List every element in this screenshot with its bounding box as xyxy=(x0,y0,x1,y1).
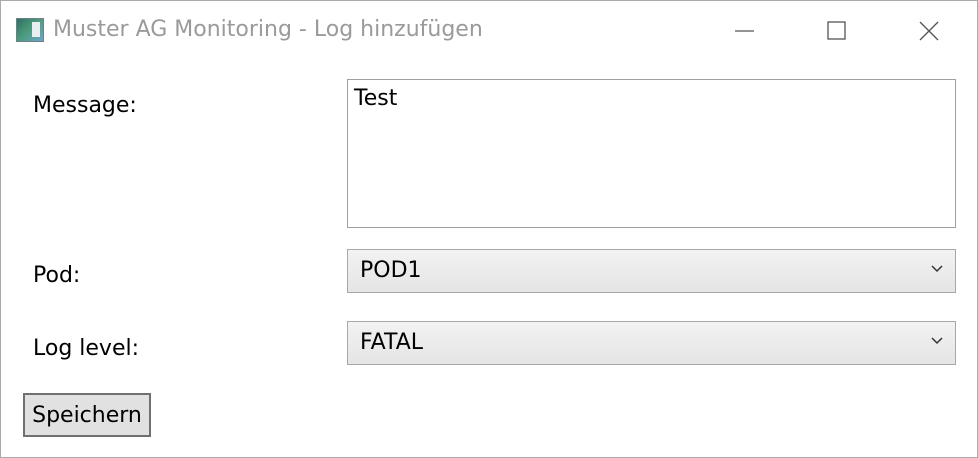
close-button[interactable] xyxy=(883,1,975,61)
close-icon xyxy=(919,21,939,41)
pod-selected-value: POD1 xyxy=(360,258,422,283)
minimize-button[interactable] xyxy=(699,1,791,61)
save-button[interactable]: Speichern xyxy=(23,393,151,437)
message-label: Message: xyxy=(33,93,137,118)
log-level-label: Log level: xyxy=(33,336,140,361)
message-input[interactable]: Test xyxy=(347,79,956,228)
maximize-button[interactable] xyxy=(791,1,883,61)
title-bar[interactable]: Muster AG Monitoring - Log hinzufügen xyxy=(1,1,977,61)
chevron-down-icon xyxy=(931,265,943,273)
maximize-icon xyxy=(827,21,846,40)
log-level-selected-value: FATAL xyxy=(360,330,424,355)
pod-label: Pod: xyxy=(33,263,81,288)
app-icon xyxy=(16,18,44,42)
app-window: Muster AG Monitoring - Log hinzufügen Me… xyxy=(0,0,978,458)
pod-select[interactable]: POD1 xyxy=(347,249,956,293)
minimize-icon xyxy=(735,30,754,32)
chevron-down-icon xyxy=(931,337,943,345)
log-level-select[interactable]: FATAL xyxy=(347,321,956,365)
window-title: Muster AG Monitoring - Log hinzufügen xyxy=(53,17,483,42)
